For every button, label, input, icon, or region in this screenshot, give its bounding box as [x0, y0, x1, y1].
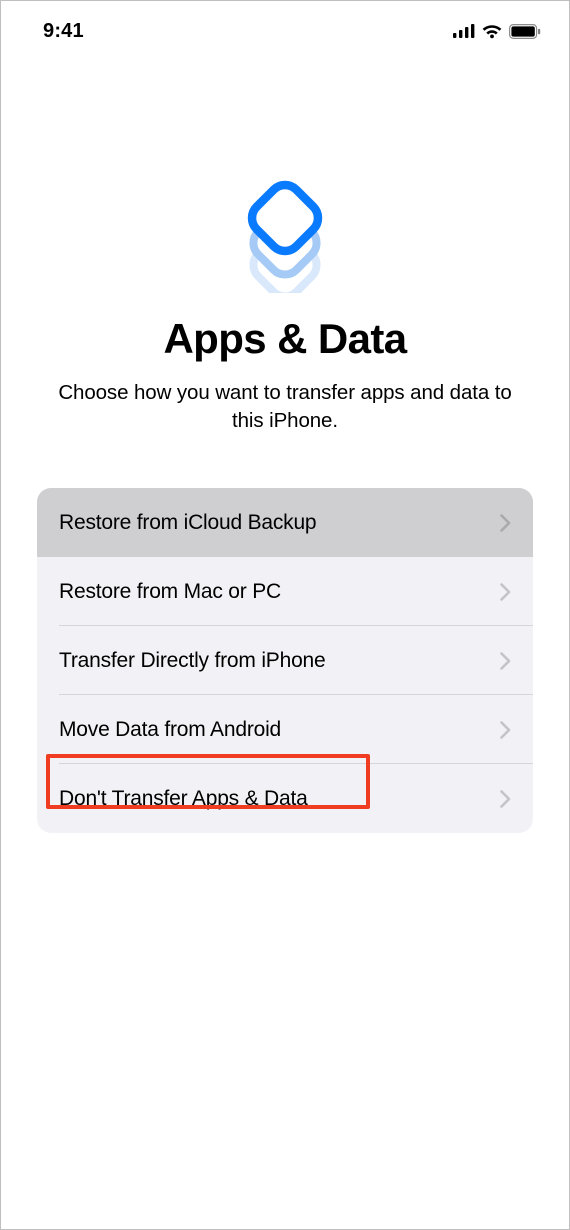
option-label: Restore from Mac or PC: [59, 580, 281, 604]
chevron-right-icon: [500, 514, 511, 532]
page-subtitle: Choose how you want to transfer apps and…: [1, 379, 569, 434]
chevron-right-icon: [500, 790, 511, 808]
option-label: Restore from iCloud Backup: [59, 511, 316, 535]
page-title: Apps & Data: [163, 315, 406, 363]
options-list: Restore from iCloud Backup Restore from …: [37, 488, 533, 833]
wifi-icon: [481, 23, 503, 39]
status-time: 9:41: [43, 20, 84, 43]
chevron-right-icon: [500, 721, 511, 739]
option-dont-transfer[interactable]: Don't Transfer Apps & Data: [37, 764, 533, 833]
option-transfer-iphone[interactable]: Transfer Directly from iPhone: [37, 626, 533, 695]
option-label: Transfer Directly from iPhone: [59, 649, 326, 673]
chevron-right-icon: [500, 652, 511, 670]
option-label: Move Data from Android: [59, 718, 281, 742]
battery-icon: [509, 24, 541, 39]
option-move-from-android[interactable]: Move Data from Android: [37, 695, 533, 764]
option-label: Don't Transfer Apps & Data: [59, 787, 308, 811]
option-restore-mac-pc[interactable]: Restore from Mac or PC: [37, 557, 533, 626]
option-restore-icloud[interactable]: Restore from iCloud Backup: [37, 488, 533, 557]
cellular-icon: [453, 24, 475, 38]
hero: Apps & Data Choose how you want to trans…: [1, 47, 569, 434]
status-bar: 9:41: [1, 1, 569, 47]
apps-data-stack-icon: [235, 173, 335, 293]
chevron-right-icon: [500, 583, 511, 601]
status-icons: [453, 23, 541, 39]
